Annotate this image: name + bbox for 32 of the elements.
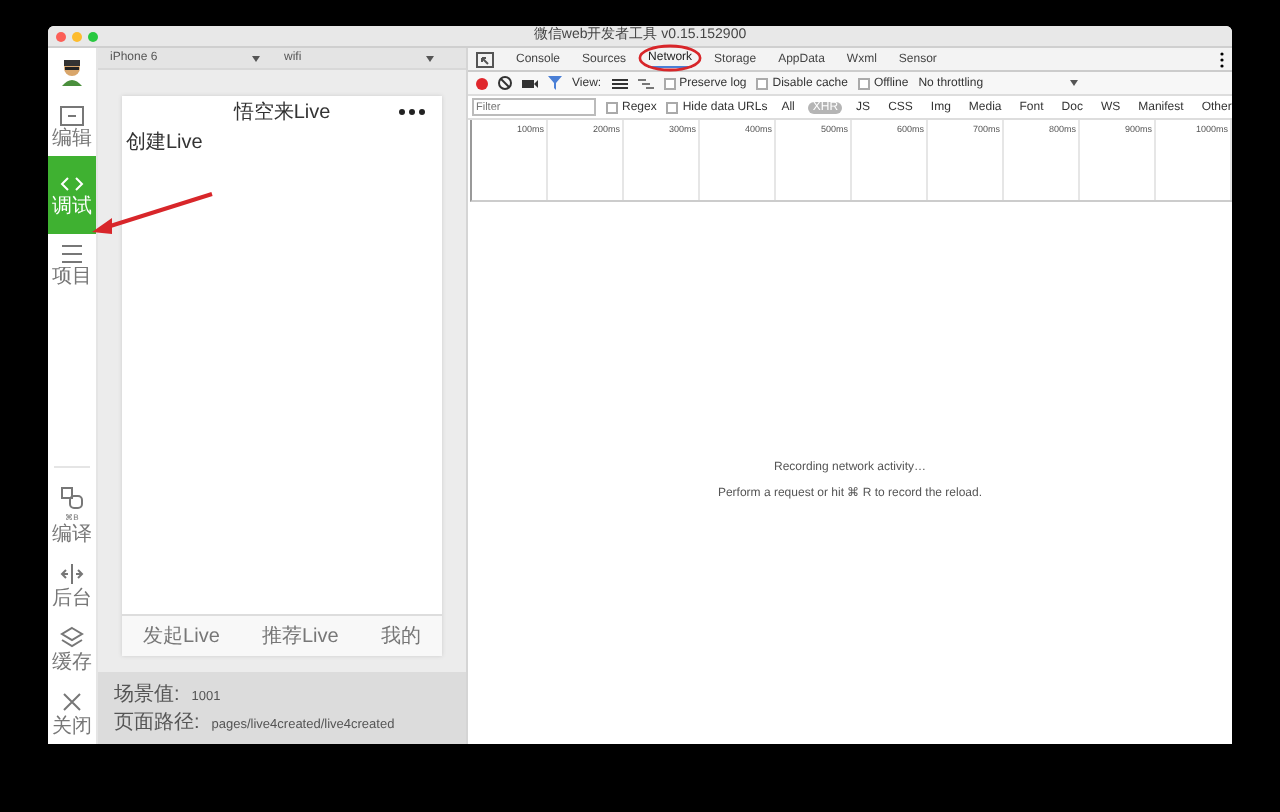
caret-icon: [252, 55, 260, 61]
sidebar-item[interactable]: 后台: [48, 552, 96, 616]
pages-icon: [60, 486, 84, 510]
caret-icon: [426, 55, 434, 61]
info-label: 场景值:: [114, 681, 180, 708]
inspect-icon[interactable]: [476, 51, 494, 67]
tab-bar-item[interactable]: 推荐Live: [262, 622, 339, 650]
annotation-arrow: [88, 190, 216, 238]
list-view-icon[interactable]: [611, 77, 628, 89]
camera-icon[interactable]: [522, 77, 538, 89]
waterfall-icon[interactable]: [637, 77, 654, 89]
layers-icon: [60, 626, 84, 650]
tab-bar-item[interactable]: 我的: [380, 622, 421, 650]
tab-bar-item[interactable]: 发起Live: [143, 622, 220, 650]
sidebar-item[interactable]: 项目: [48, 234, 96, 294]
close-icon: [60, 690, 84, 714]
caret-icon: [1070, 80, 1079, 86]
record-button[interactable]: [476, 77, 488, 89]
sidebar-item[interactable]: 缓存: [48, 616, 96, 680]
info-label: 页面路径:: [114, 710, 200, 736]
editor-icon: [60, 106, 84, 126]
menu-icon: [60, 244, 84, 264]
page-title: 悟空来Live: [233, 99, 331, 126]
sidebar-item[interactable]: 编辑: [48, 96, 96, 156]
code-icon: [60, 174, 84, 194]
clear-icon[interactable]: [498, 76, 512, 90]
sidebar-item[interactable]: 关闭: [48, 680, 96, 744]
filter-icon[interactable]: [548, 76, 562, 90]
more-icon[interactable]: [398, 108, 426, 116]
page-heading: 创建Live: [124, 129, 203, 156]
split-arrows-icon: [60, 562, 84, 586]
annotation-circle: [638, 44, 703, 72]
